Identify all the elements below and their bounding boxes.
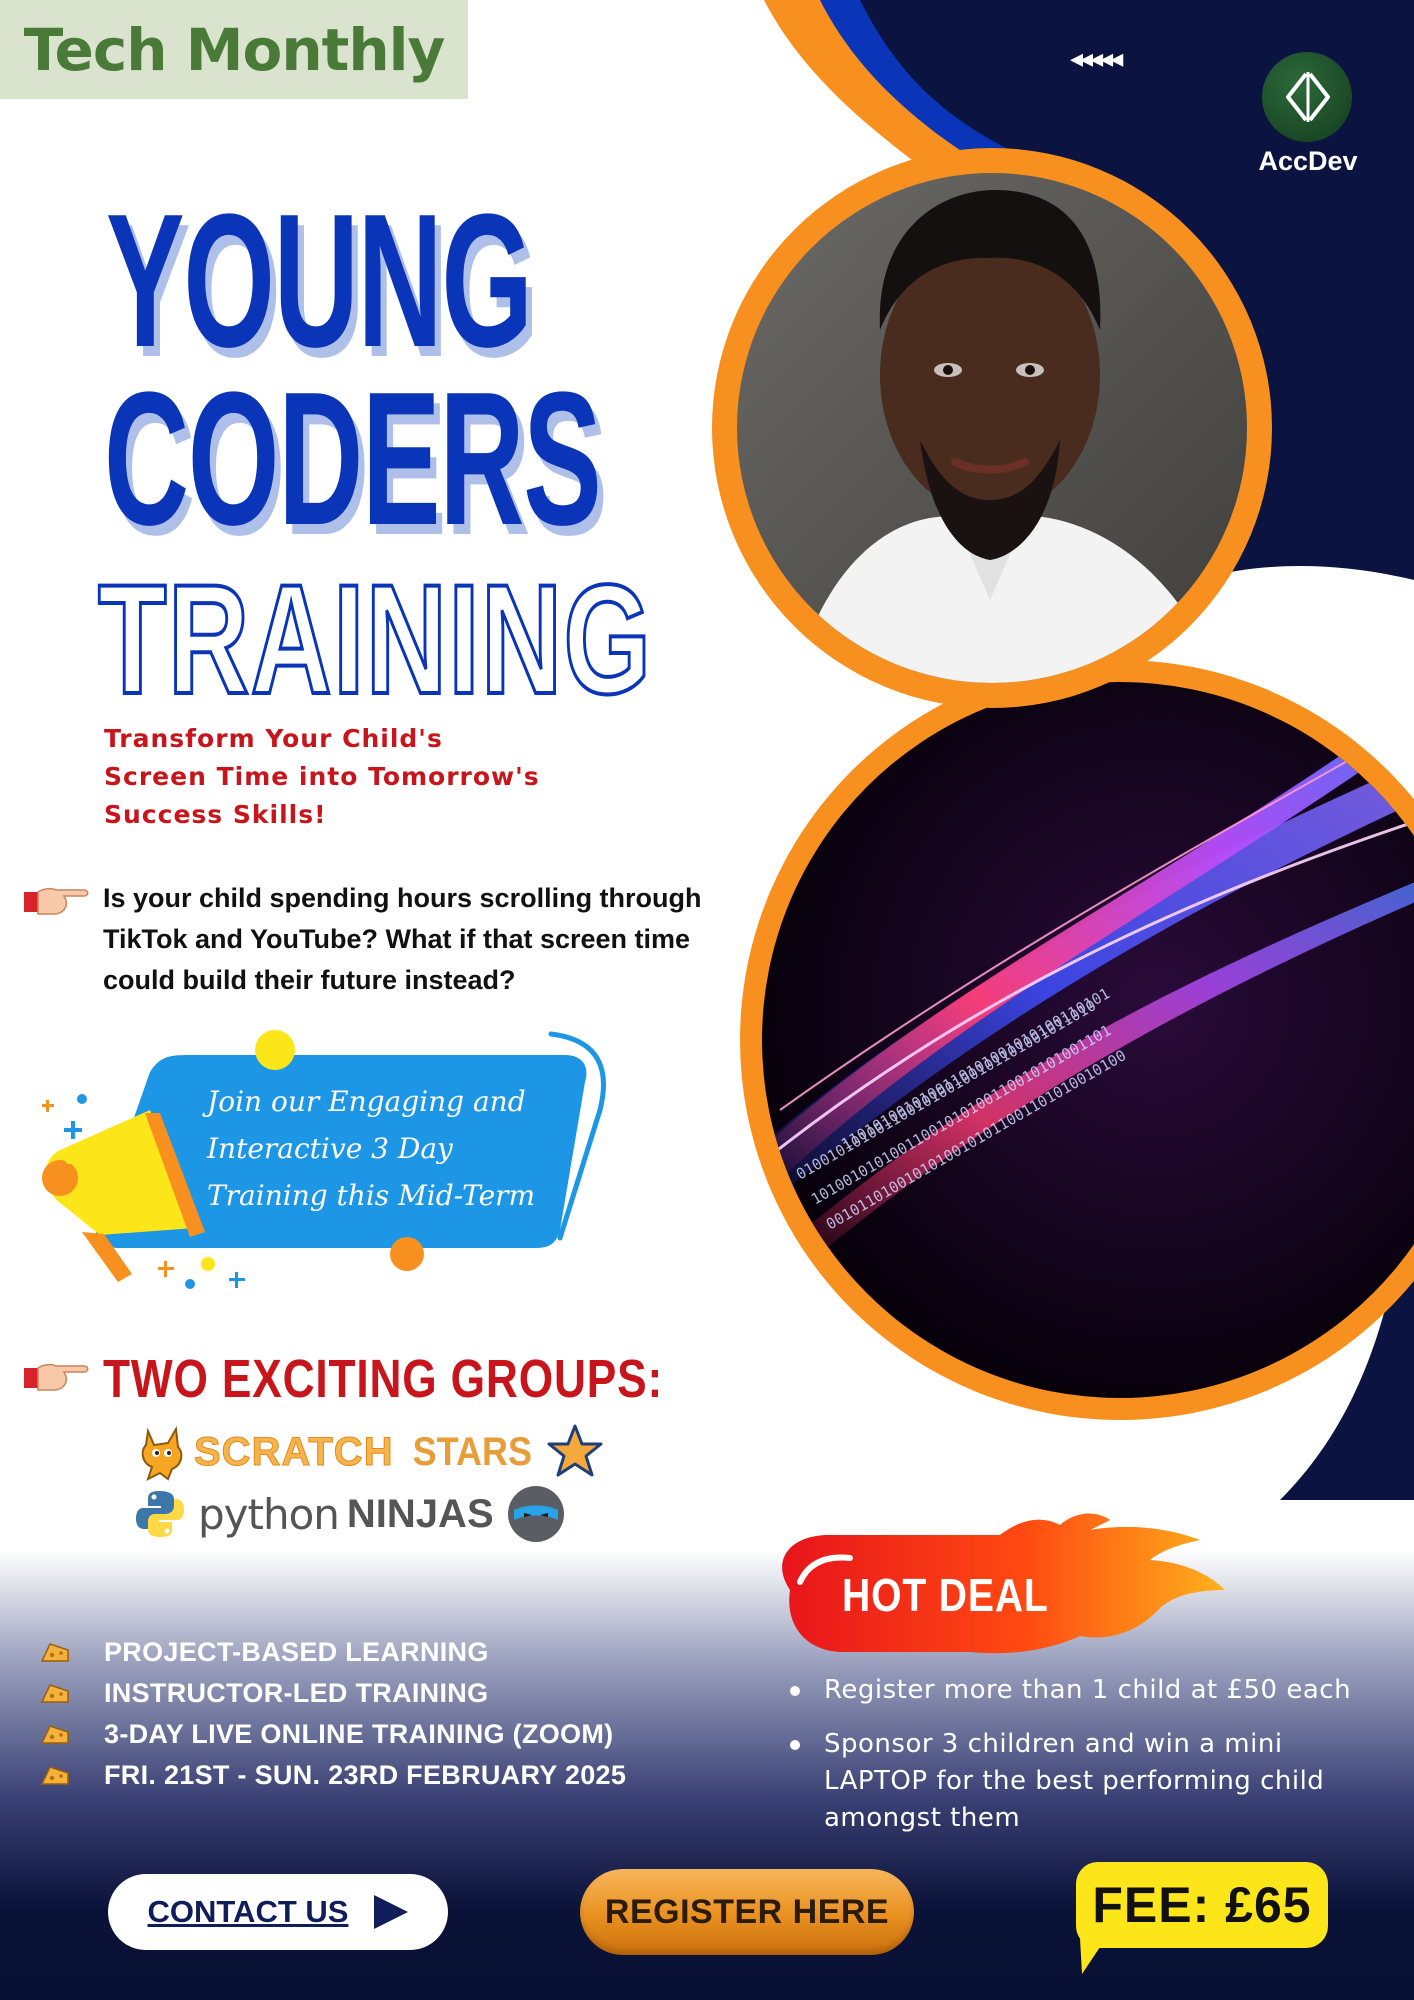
feature-item: PROJECT-BASED LEARNING	[40, 1632, 626, 1673]
ninja-face-icon	[507, 1486, 564, 1542]
deal-item: Sponsor 3 children and win a mini LAPTOP…	[790, 1726, 1390, 1837]
groups-heading: TWO EXCITING GROUPS:	[103, 1349, 664, 1409]
bullet-icon	[790, 1686, 800, 1696]
feature-item: INSTRUCTOR-LED TRAINING	[40, 1673, 626, 1714]
contact-us-button[interactable]: CONTACT US	[108, 1874, 448, 1950]
intro-question: Is your child spending hours scrolling t…	[103, 883, 702, 995]
feature-item: 3-DAY LIVE ONLINE TRAINING (ZOOM)	[40, 1714, 626, 1755]
python-label: python	[198, 1489, 340, 1539]
cheese-icon	[40, 1642, 69, 1662]
group-scratch-stars: SCRATCH STARS	[134, 1422, 604, 1482]
register-here-label: REGISTER HERE	[604, 1892, 890, 1931]
play-arrow-icon	[374, 1895, 409, 1929]
scratch-label: SCRATCH	[194, 1429, 394, 1474]
deal-text: Register more than 1 child at £50 each	[824, 1675, 1352, 1705]
star-icon	[547, 1424, 603, 1477]
logo-label: AccDev	[1258, 146, 1358, 176]
pointing-hand-icon	[24, 887, 89, 915]
feature-label: 3-DAY LIVE ONLINE TRAINING (ZOOM)	[104, 1719, 614, 1749]
feature-label: INSTRUCTOR-LED TRAINING	[104, 1678, 489, 1708]
cheese-icon	[40, 1724, 69, 1744]
publication-name: Tech Monthly	[23, 15, 446, 84]
rewind-arrows-icon: ◂◂◂◂◂	[1070, 44, 1123, 74]
pointing-hand-icon	[24, 1363, 89, 1391]
register-here-button[interactable]: REGISTER HERE	[580, 1869, 914, 1955]
stars-label: STARS	[412, 1429, 532, 1474]
ninjas-label: NINJAS	[346, 1491, 494, 1536]
contact-us-label: CONTACT US	[147, 1894, 349, 1929]
title-young: YOUNG	[106, 175, 533, 387]
tagline: Transform Your Child's Screen Time into …	[104, 724, 540, 829]
bullet-icon	[790, 1740, 800, 1750]
code-diamond-icon	[1286, 72, 1330, 122]
deal-item: Register more than 1 child at £50 each	[790, 1672, 1390, 1709]
promo-text: Join our Engaging and Interactive 3 Day …	[207, 1085, 536, 1212]
feature-label: PROJECT-BASED LEARNING	[104, 1637, 489, 1667]
hot-deal-label: HOT DEAL	[842, 1569, 1049, 1621]
python-logo-icon	[136, 1491, 184, 1537]
publication-badge: Tech Monthly	[0, 0, 468, 99]
cheese-icon	[40, 1683, 69, 1703]
fee-label: FEE: £65	[1092, 1877, 1312, 1933]
group-python-ninjas: python NINJAS	[134, 1484, 566, 1544]
fee-badge: FEE: £65	[1076, 1862, 1328, 1948]
speech-tail-icon	[1080, 1938, 1106, 1974]
feature-list: PROJECT-BASED LEARNING INSTRUCTOR-LED TR…	[40, 1632, 626, 1796]
title-coders: CODERS	[104, 353, 602, 565]
title-training: TRAINING	[97, 553, 653, 727]
scratch-cat-icon	[141, 1425, 183, 1481]
feature-label: FRI. 21ST - SUN. 23RD FEBRUARY 2025	[104, 1760, 627, 1790]
deal-list: Register more than 1 child at £50 each S…	[790, 1672, 1390, 1854]
accdev-logo	[1262, 52, 1352, 142]
deal-text: Sponsor 3 children and win a mini LAPTOP…	[824, 1729, 1325, 1833]
feature-item: FRI. 21ST - SUN. 23RD FEBRUARY 2025	[40, 1755, 626, 1796]
cheese-icon	[40, 1765, 69, 1785]
